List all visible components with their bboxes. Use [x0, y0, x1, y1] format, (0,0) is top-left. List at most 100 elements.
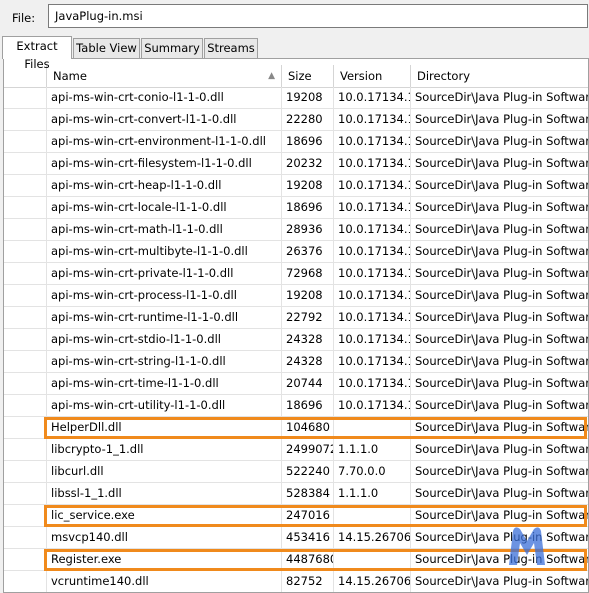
- cell-name: lic_service.exe: [47, 505, 282, 526]
- cell-name: libcrypto-1_1.dll: [47, 439, 282, 460]
- cell-directory: SourceDir\Java Plug-in Software: [415, 266, 589, 280]
- cell-version: 1.1.1.0: [334, 439, 411, 460]
- cell-size: 453416: [282, 527, 334, 548]
- table-row[interactable]: api-ms-win-crt-stdio-l1-1-0.dll 24328 10.0…: [4, 329, 588, 351]
- cell-directory: SourceDir\Java Plug-in Software: [415, 200, 589, 214]
- table-row[interactable]: libcurl.dll 522240 7.70.0.0 SourceDir\Java …: [4, 461, 588, 483]
- tab-bar: Extract Files Table View Summary Streams: [0, 36, 589, 71]
- cell-size: 104680: [282, 417, 334, 438]
- cell-name: api-ms-win-crt-runtime-l1-1-0.dll: [47, 307, 282, 328]
- column-header-size[interactable]: Size: [282, 65, 334, 87]
- table-row[interactable]: api-ms-win-crt-time-l1-1-0.dll 20744 10.0.…: [4, 373, 588, 395]
- cell-size: 20744: [282, 373, 334, 394]
- cell-version: [334, 549, 411, 570]
- table-row[interactable]: api-ms-win-crt-private-l1-1-0.dll 72968 10…: [4, 263, 588, 285]
- cell-version: 14.15.26706.0: [334, 527, 411, 548]
- cell-name: api-ms-win-crt-locale-l1-1-0.dll: [47, 197, 282, 218]
- table-row[interactable]: api-ms-win-crt-utility-l1-1-0.dll 18696 10…: [4, 395, 588, 417]
- cell-name: api-ms-win-crt-utility-l1-1-0.dll: [47, 395, 282, 416]
- cell-version: [334, 417, 411, 438]
- cell-version: 10.0.17134.12: [334, 197, 411, 218]
- row-selector: [4, 197, 47, 218]
- table-row[interactable]: lic_service.exe 247016 SourceDir\Java Plug…: [4, 505, 588, 527]
- cell-name: HelperDll.dll: [47, 417, 282, 438]
- cell-version: 14.15.26706.0: [334, 571, 411, 592]
- file-path-field[interactable]: JavaPlug-in.msi: [48, 4, 588, 28]
- files-table: Name ▲ Size Version Directory api-ms-win…: [3, 58, 589, 593]
- tab-extract-files[interactable]: Extract Files: [2, 36, 72, 71]
- row-selector: [4, 307, 47, 328]
- cell-version: 10.0.17134.12: [334, 329, 411, 350]
- table-row[interactable]: api-ms-win-crt-locale-l1-1-0.dll 18696 10.…: [4, 197, 588, 219]
- table-row[interactable]: api-ms-win-crt-filesystem-l1-1-0.dll 2023…: [4, 153, 588, 175]
- cell-directory: SourceDir\Java Plug-in Software: [415, 310, 589, 324]
- row-selector: [4, 527, 47, 548]
- cell-version: 10.0.17134.12: [334, 131, 411, 152]
- table-row[interactable]: api-ms-win-crt-math-l1-1-0.dll 28936 10.0.…: [4, 219, 588, 241]
- cell-directory: SourceDir\Java Plug-in Software: [415, 552, 589, 566]
- cell-directory: SourceDir\Java Plug-in Software: [415, 464, 589, 478]
- cell-directory: SourceDir\Java Plug-in Software: [415, 398, 589, 412]
- cell-size: 522240: [282, 461, 334, 482]
- cell-name: api-ms-win-crt-multibyte-l1-1-0.dll: [47, 241, 282, 262]
- cell-size: 82752: [282, 571, 334, 592]
- table-row[interactable]: libcrypto-1_1.dll 2499072 1.1.1.0 SourceDir…: [4, 439, 588, 461]
- tab-table-view[interactable]: Table View: [73, 38, 140, 58]
- table-row[interactable]: vcruntime140.dll8275214.15.26706.0 Source…: [4, 571, 589, 592]
- cell-directory: SourceDir\Java Plug-in Software: [415, 112, 589, 126]
- cell-name: api-ms-win-crt-conio-l1-1-0.dll: [47, 87, 282, 108]
- tab-summary[interactable]: Summary: [141, 38, 203, 58]
- row-selector: [4, 109, 47, 130]
- cell-version: [334, 505, 411, 526]
- cell-directory: SourceDir\Java Plug-in Software: [415, 574, 589, 588]
- row-selector: [4, 219, 47, 240]
- tab-streams[interactable]: Streams: [204, 38, 258, 58]
- row-selector: [4, 373, 47, 394]
- table-row[interactable]: api-ms-win-crt-string-l1-1-0.dll 24328 10.…: [4, 351, 588, 373]
- cell-size: 528384: [282, 483, 334, 504]
- table-row[interactable]: Register.exe 4487680 SourceDir\Java Plug-i…: [4, 549, 588, 571]
- cell-version: 10.0.17134.12: [334, 351, 411, 372]
- cell-version: 10.0.17134.12: [334, 307, 411, 328]
- table-row[interactable]: msvcp140.dll45341614.15.26706.0 SourceDir…: [4, 527, 588, 549]
- cell-directory: SourceDir\Java Plug-in Software: [415, 486, 589, 500]
- cell-name: vcruntime140.dll: [47, 571, 282, 592]
- table-row[interactable]: api-ms-win-crt-process-l1-1-0.dll 19208 10…: [4, 285, 588, 307]
- cell-name: api-ms-win-crt-process-l1-1-0.dll: [47, 285, 282, 306]
- table-row[interactable]: api-ms-win-crt-runtime-l1-1-0.dll 22792 10…: [4, 307, 588, 329]
- row-selector: [4, 87, 47, 108]
- row-selector: [4, 461, 47, 482]
- cell-size: 19208: [282, 285, 334, 306]
- table-row[interactable]: HelperDll.dll 104680 SourceDir\Java Plug-i…: [4, 417, 588, 439]
- row-selector: [4, 175, 47, 196]
- cell-size: 28936: [282, 219, 334, 240]
- cell-version: 10.0.17134.12: [334, 241, 411, 262]
- cell-directory: SourceDir\Java Plug-in Software: [415, 530, 589, 544]
- table-row[interactable]: api-ms-win-crt-convert-l1-1-0.dll 22280 10…: [4, 109, 588, 131]
- table-row[interactable]: api-ms-win-crt-environment-l1-1-0.dll 186…: [4, 131, 588, 153]
- cell-name: libssl-1_1.dll: [47, 483, 282, 504]
- table-row[interactable]: api-ms-win-crt-multibyte-l1-1-0.dll 26376…: [4, 241, 588, 263]
- column-header-version[interactable]: Version: [334, 65, 411, 87]
- cell-name: api-ms-win-crt-string-l1-1-0.dll: [47, 351, 282, 372]
- cell-size: 72968: [282, 263, 334, 284]
- cell-directory: SourceDir\Java Plug-in Software: [415, 376, 589, 390]
- row-selector: [4, 153, 47, 174]
- table-row[interactable]: api-ms-win-crt-heap-l1-1-0.dll 19208 10.0.…: [4, 175, 588, 197]
- table-row[interactable]: libssl-1_1.dll 528384 1.1.1.0 SourceDir\Jav…: [4, 483, 588, 505]
- cell-size: 4487680: [282, 549, 334, 570]
- column-name-label: Name: [53, 69, 87, 83]
- cell-directory: SourceDir\Java Plug-in Software: [415, 90, 589, 104]
- column-header-name[interactable]: Name ▲: [47, 65, 282, 87]
- cell-directory: SourceDir\Java Plug-in Software: [415, 222, 589, 236]
- column-header-directory[interactable]: Directory: [411, 65, 588, 87]
- cell-version: 10.0.17134.12: [334, 219, 411, 240]
- cell-version: 10.0.17134.12: [334, 175, 411, 196]
- cell-size: 22792: [282, 307, 334, 328]
- cell-directory: SourceDir\Java Plug-in Software: [415, 288, 589, 302]
- row-selector: [4, 329, 47, 350]
- cell-size: 24328: [282, 329, 334, 350]
- table-row[interactable]: api-ms-win-crt-conio-l1-1-0.dll 19208 10.0…: [4, 87, 588, 109]
- cell-size: 24328: [282, 351, 334, 372]
- sort-ascending-icon: ▲: [268, 71, 275, 81]
